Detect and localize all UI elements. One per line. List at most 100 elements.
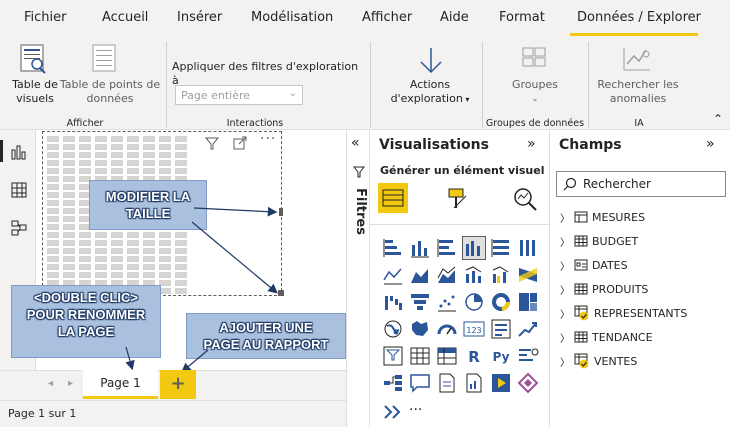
focus-mode-icon[interactable]: [233, 136, 247, 150]
field-label: VENTES: [594, 354, 638, 368]
resize-handle-right[interactable]: [279, 208, 283, 216]
field-label: DATES: [592, 258, 628, 272]
filters-label: Filtres: [353, 188, 368, 235]
menu-accueil[interactable]: Accueil: [102, 10, 148, 25]
filters-pane-collapsed[interactable]: « Filtres: [346, 130, 370, 427]
line-clustered-column-icon[interactable]: [490, 264, 512, 286]
field-table-mesures[interactable]: 〉 MESURES: [560, 208, 645, 226]
python-icon[interactable]: Py: [490, 345, 512, 367]
paginated-report-icon[interactable]: [463, 372, 485, 394]
multi-row-card-icon[interactable]: [490, 318, 512, 340]
prev-page-icon[interactable]: ◂: [48, 378, 53, 389]
actions-exploration-button[interactable]: Actions d'exploration ▾: [384, 78, 476, 107]
kpi-icon[interactable]: [517, 318, 539, 340]
group-groupes-donnees: Groupes de données: [485, 118, 585, 129]
add-page-button[interactable]: +: [160, 370, 196, 399]
format-paint-icon[interactable]: [446, 186, 472, 212]
menu-modelisation[interactable]: Modélisation: [251, 10, 333, 25]
filled-map-icon[interactable]: [409, 318, 431, 340]
menu-format[interactable]: Format: [499, 10, 545, 25]
line-column-icon[interactable]: [463, 264, 485, 286]
matrix-icon[interactable]: [436, 345, 458, 367]
treemap-icon[interactable]: [517, 291, 539, 313]
slicer-icon[interactable]: [382, 345, 404, 367]
groups-icon: [522, 47, 546, 67]
data-view-icon[interactable]: [11, 182, 27, 198]
filters-scope-dropdown[interactable]: Page entière ⌄: [175, 85, 303, 105]
analytics-magnifier-icon[interactable]: [512, 186, 538, 212]
actions-label-line2: d'exploration: [390, 92, 463, 105]
resize-handle-corner[interactable]: [278, 290, 284, 296]
100-stacked-bar-icon[interactable]: [490, 237, 512, 259]
measure-table-icon: [574, 211, 588, 223]
next-page-icon[interactable]: ▸: [68, 378, 73, 389]
waterfall-icon[interactable]: [382, 291, 404, 313]
more-options-icon[interactable]: ···: [260, 131, 276, 147]
funnel-icon[interactable]: [409, 291, 431, 313]
stacked-area-icon[interactable]: [436, 264, 458, 286]
filter-icon[interactable]: [205, 136, 219, 150]
report-view-icon[interactable]: [11, 144, 27, 160]
build-tab-fields-icon[interactable]: [378, 183, 408, 213]
card-icon[interactable]: 123: [463, 318, 485, 340]
field-table-budget[interactable]: 〉 BUDGET: [560, 232, 638, 250]
gauge-icon[interactable]: [436, 318, 458, 340]
key-influencers-icon[interactable]: [517, 345, 539, 367]
map-icon[interactable]: [382, 318, 404, 340]
pie-chart-icon[interactable]: [463, 291, 485, 313]
menu-afficher[interactable]: Afficher: [362, 10, 412, 25]
chevron-right-icon: 〉: [560, 309, 570, 321]
stacked-bar-icon[interactable]: [382, 237, 404, 259]
stacked-column-icon[interactable]: [409, 237, 431, 259]
power-apps-icon[interactable]: [490, 372, 512, 394]
group-interactions: Interactions: [226, 118, 284, 129]
field-label: BUDGET: [592, 234, 639, 248]
field-table-produits[interactable]: 〉 PRODUITS: [560, 280, 648, 298]
field-table-tendance[interactable]: 〉 TENDANCE: [560, 328, 653, 346]
more-visuals-icon[interactable]: [382, 401, 404, 423]
field-table-dates[interactable]: 〉 DATES: [560, 256, 628, 274]
decomposition-tree-icon[interactable]: [382, 372, 404, 394]
collapse-vis-icon[interactable]: »: [527, 136, 536, 152]
collapse-fields-icon[interactable]: »: [706, 136, 715, 152]
field-label: TENDANCE: [592, 330, 653, 344]
qa-icon[interactable]: [409, 372, 431, 394]
table-visuals-label[interactable]: Table de visuels: [6, 78, 64, 106]
field-label: REPRESENTANTS: [594, 306, 688, 320]
donut-chart-icon[interactable]: [490, 291, 512, 313]
ribbon-chart-icon[interactable]: [517, 264, 539, 286]
groupes-chevron-icon: ⌄: [531, 94, 539, 103]
table-datapoints-label: Table de points de données: [59, 78, 161, 105]
arrow-down-icon[interactable]: [417, 46, 445, 76]
table-visuals-icon[interactable]: [20, 44, 48, 74]
collapse-ribbon-icon[interactable]: ⌃: [712, 112, 724, 126]
r-script-icon[interactable]: R: [463, 345, 485, 367]
table-icon[interactable]: [409, 345, 431, 367]
chevron-right-icon: 〉: [560, 333, 570, 345]
smart-narrative-icon[interactable]: [436, 372, 458, 394]
menu-donnees-explorer[interactable]: Données / Explorer: [577, 10, 701, 25]
menu-bar: Fichier Accueil Insérer Modélisation Aff…: [0, 0, 730, 38]
model-view-icon[interactable]: [11, 220, 27, 236]
line-chart-icon[interactable]: [382, 264, 404, 286]
menu-aide[interactable]: Aide: [440, 10, 469, 25]
menu-inserer[interactable]: Insérer: [177, 10, 222, 25]
get-more-visuals-icon[interactable]: ···: [409, 402, 422, 418]
clustered-bar-icon[interactable]: [436, 237, 458, 259]
table-icon: [574, 235, 588, 247]
chevron-right-icon: 〉: [560, 285, 570, 297]
power-automate-icon[interactable]: [517, 372, 539, 394]
area-chart-icon[interactable]: [409, 264, 431, 286]
fields-search-input[interactable]: Rechercher: [556, 171, 726, 197]
page-tab-1[interactable]: Page 1: [83, 370, 158, 399]
menu-fichier[interactable]: Fichier: [24, 10, 67, 25]
expand-filters-icon[interactable]: «: [351, 135, 360, 151]
field-table-representants[interactable]: 〉 REPRESENTANTS: [560, 304, 687, 322]
scatter-icon[interactable]: [436, 291, 458, 313]
table-checked-icon: [574, 353, 589, 369]
chevron-right-icon: 〉: [560, 357, 570, 369]
field-table-ventes[interactable]: 〉 VENTES: [560, 352, 637, 370]
clustered-column-icon[interactable]: [462, 236, 486, 260]
chevron-right-icon: 〉: [560, 237, 570, 249]
100-stacked-column-icon[interactable]: [517, 237, 539, 259]
